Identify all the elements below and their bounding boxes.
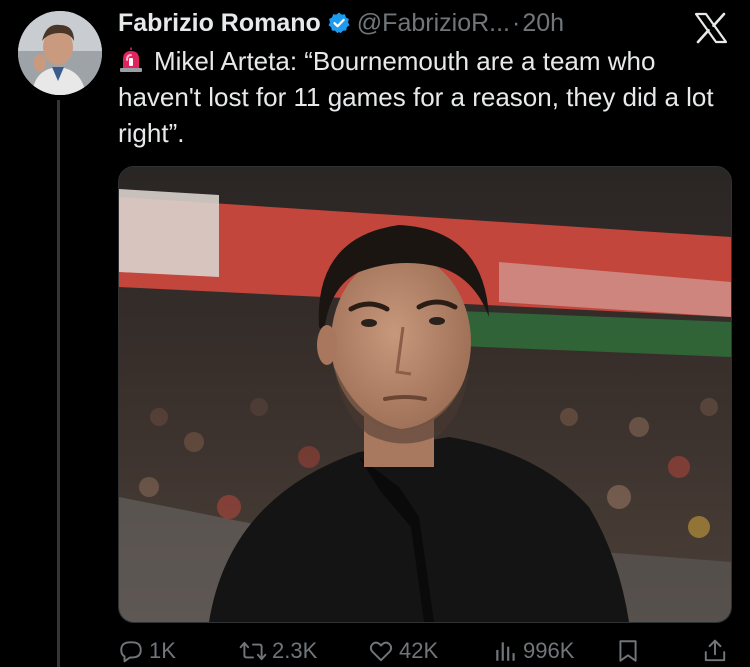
separator-dot: · [511, 8, 521, 37]
tweet-actions-bar: 1K 2.3K 42K 996K [118, 636, 730, 666]
share-button[interactable] [702, 636, 733, 666]
author-name[interactable]: Fabrizio Romano [118, 9, 321, 38]
bookmark-icon [619, 640, 637, 662]
heart-icon [369, 641, 393, 662]
reply-button[interactable]: 1K [118, 636, 176, 666]
like-count: 42K [399, 638, 439, 663]
x-logo-icon [694, 12, 728, 44]
retweet-icon [239, 641, 267, 661]
tweet-timestamp[interactable]: 20h [522, 9, 564, 38]
bookmark-button[interactable] [616, 636, 645, 666]
reply-count: 1K [149, 638, 176, 663]
reply-icon [120, 641, 142, 663]
analytics-bars-icon [496, 642, 515, 661]
author-handle[interactable]: @FabrizioR... [357, 9, 510, 38]
retweet-count: 2.3K [272, 638, 318, 663]
share-icon [704, 639, 726, 662]
verified-badge-icon [327, 11, 351, 35]
police-siren-icon [118, 46, 144, 72]
like-button[interactable]: 42K [368, 636, 438, 666]
avatar[interactable] [18, 11, 102, 95]
tweet-text: Mikel Arteta: “Bournemouth are a team wh… [118, 43, 738, 151]
retweet-button[interactable]: 2.3K [239, 636, 317, 666]
views-count: 996K [523, 638, 575, 663]
thread-connector-line [57, 100, 60, 667]
tweet-photo[interactable] [118, 166, 732, 623]
tweet-body-text: Mikel Arteta: “Bournemouth are a team wh… [118, 46, 714, 148]
tweet-header: Fabrizio Romano @FabrizioR... · 20h [118, 6, 564, 40]
views-button[interactable]: 996K [494, 636, 574, 666]
